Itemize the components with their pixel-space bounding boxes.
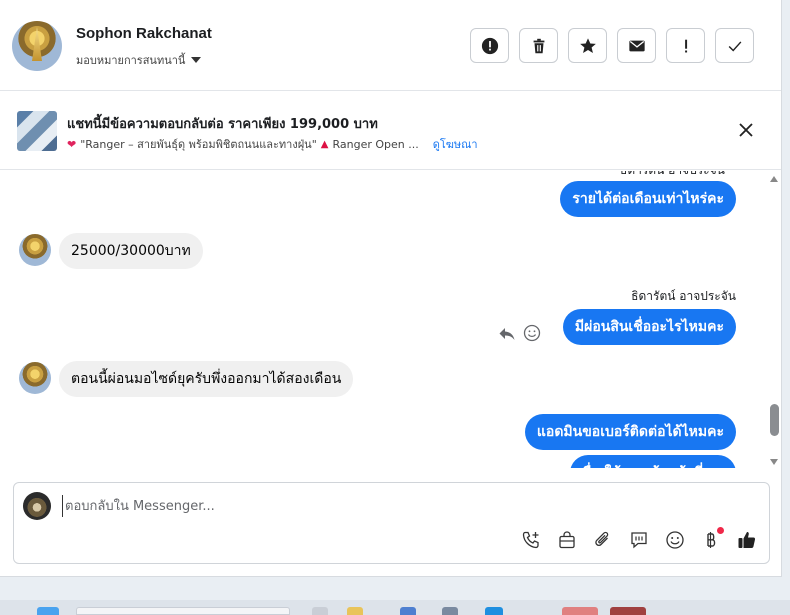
view-ad-link[interactable]: ดูโฆษณา bbox=[433, 135, 478, 153]
scrollbar-thumb[interactable] bbox=[770, 404, 779, 436]
chevron-down-icon bbox=[191, 57, 202, 63]
delete-button[interactable] bbox=[519, 28, 558, 63]
ad-subtitle-more: Ranger Open ... bbox=[332, 137, 419, 151]
conversation-panel: Sophon Rakchanat มอบหมายการสนทนานี้ แชทน… bbox=[0, 0, 782, 577]
message-outgoing[interactable]: แอดมินขอเบอร์ติดต่อได้ไหมคะ bbox=[524, 414, 736, 450]
message-outgoing[interactable]: มีผ่อนสินเชื่ออะไรไหมคะ bbox=[562, 309, 736, 345]
conversation-header: Sophon Rakchanat มอบหมายการสนทนานี้ bbox=[0, 0, 781, 91]
sender-label-cut: ธิดารัตน์ อาจประจัน bbox=[620, 171, 725, 180]
taskbar-app-active[interactable] bbox=[562, 607, 598, 615]
close-icon[interactable] bbox=[738, 122, 754, 138]
alert-circle-icon bbox=[481, 37, 498, 54]
message-incoming[interactable]: 25000/30000บาท bbox=[59, 233, 203, 269]
ad-title: แชทนี้มีข้อความตอบกลับต่อ ราคาเพียง 199,… bbox=[67, 117, 378, 132]
spam-button[interactable] bbox=[470, 28, 509, 63]
message-thread[interactable]: ธิดารัตน์ อาจประจัน รายได้ต่อเดือนเท่าไห… bbox=[0, 171, 768, 468]
smile-icon bbox=[666, 531, 684, 549]
thumbs-up-icon bbox=[738, 532, 756, 548]
taskbar-app[interactable] bbox=[442, 607, 458, 615]
ad-subtitle-text: "Ranger – สายพันธุ์ดุ พร้อมพิชิตถนนและทา… bbox=[80, 138, 317, 151]
shopping-bag-icon bbox=[559, 531, 575, 549]
reply-icon[interactable] bbox=[498, 325, 516, 343]
contact-avatar-small[interactable] bbox=[19, 362, 51, 394]
done-button[interactable] bbox=[715, 28, 754, 63]
message-outgoing-partial[interactable]: ชื่อ ให้ ... เจ้าหน้าที่ ... bbox=[569, 455, 736, 468]
taskbar-search-box[interactable] bbox=[76, 607, 290, 615]
ad-reply-banner: แชทนี้มีข้อความตอบกลับต่อ ราคาเพียง 199,… bbox=[0, 92, 781, 170]
star-icon bbox=[579, 37, 596, 53]
reply-composer bbox=[13, 482, 770, 564]
call-button[interactable] bbox=[520, 529, 542, 551]
scroll-up-arrow-icon[interactable] bbox=[770, 176, 778, 182]
start-button[interactable] bbox=[37, 607, 59, 615]
attach-button[interactable] bbox=[592, 529, 614, 551]
reaction-smile-icon[interactable] bbox=[523, 324, 541, 342]
scroll-down-arrow-icon[interactable] bbox=[770, 459, 778, 465]
taskbar-app[interactable] bbox=[347, 607, 363, 615]
sender-label: ธิดารัตน์ อาจประจัน bbox=[631, 289, 736, 303]
message-outgoing[interactable]: รายได้ต่อเดือนเท่าไหร่คะ bbox=[560, 181, 736, 217]
message-incoming[interactable]: ตอนนี้ผ่อนมอไซด์ยุครับพึ่งออกมาได้สองเดื… bbox=[59, 361, 354, 397]
contact-avatar[interactable] bbox=[12, 21, 62, 71]
exclamation-icon bbox=[684, 39, 687, 52]
mail-button[interactable] bbox=[617, 28, 656, 63]
check-icon bbox=[728, 40, 741, 52]
envelope-icon bbox=[628, 40, 645, 51]
contact-name[interactable]: Sophon Rakchanat bbox=[76, 25, 212, 42]
taskbar-app[interactable] bbox=[610, 607, 646, 615]
phone-plus-icon bbox=[522, 531, 539, 549]
assign-label: มอบหมายการสนทนานี้ bbox=[76, 54, 186, 67]
assign-conversation-dropdown[interactable]: มอบหมายการสนทนานี้ bbox=[76, 51, 202, 69]
page-avatar bbox=[23, 492, 51, 520]
taskbar-app[interactable] bbox=[312, 607, 328, 615]
car-icon: ▲ bbox=[320, 138, 329, 150]
heart-icon: ❤ bbox=[67, 137, 77, 151]
saved-replies-button[interactable] bbox=[628, 529, 650, 551]
star-button[interactable] bbox=[568, 28, 607, 63]
taskbar-app[interactable] bbox=[485, 607, 503, 615]
taskbar-app[interactable] bbox=[400, 607, 416, 615]
emoji-button[interactable] bbox=[664, 529, 686, 551]
ad-thumbnail[interactable] bbox=[17, 111, 57, 151]
contact-avatar-small[interactable] bbox=[19, 234, 51, 266]
header-actions bbox=[470, 28, 754, 63]
ad-subtitle: ❤ "Ranger – สายพันธุ์ดุ พร้อมพิชิตถนนและ… bbox=[67, 135, 478, 153]
like-button[interactable] bbox=[736, 529, 758, 551]
chat-bubble-icon bbox=[631, 532, 647, 549]
trash-icon bbox=[533, 38, 544, 53]
shop-button[interactable] bbox=[556, 529, 578, 551]
follow-up-button[interactable] bbox=[666, 28, 705, 63]
reply-input[interactable] bbox=[62, 495, 712, 517]
notification-dot bbox=[717, 527, 724, 534]
paperclip-icon bbox=[595, 531, 609, 547]
